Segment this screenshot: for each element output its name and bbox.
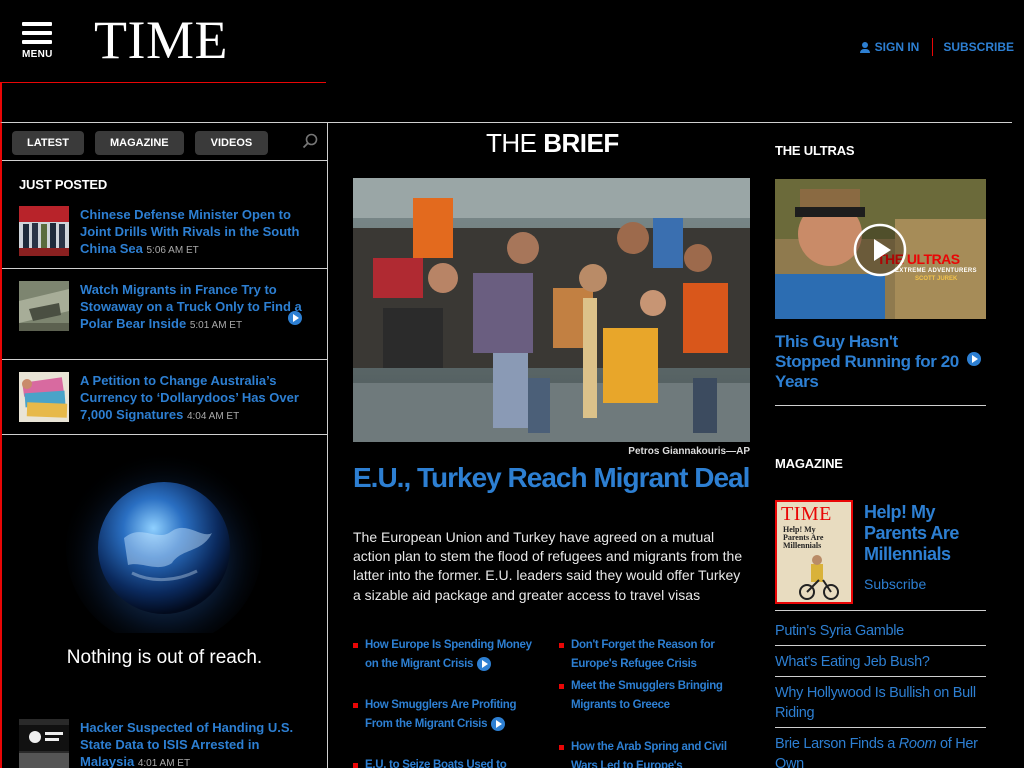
earth-image	[66, 450, 262, 633]
magazine-headline[interactable]: Help! My Parents Are Millennials	[864, 502, 988, 565]
magazine-story-link[interactable]: Brie Larson Finds a Room of Her Own	[775, 734, 986, 768]
sidebar-tabs: LATEST MAGAZINE VIDEOS	[12, 131, 279, 155]
divider	[932, 38, 934, 56]
ultras-image-name: SCOTT JUREK	[915, 276, 958, 282]
related-story-link[interactable]: Meet the Smugglers Bringing Migrants to …	[559, 677, 746, 715]
header-divider	[0, 82, 326, 83]
tab-latest[interactable]: LATEST	[12, 131, 84, 155]
magazine-cover[interactable]: TIME Help! My Parents Are Millennials	[775, 500, 853, 604]
tab-magazine[interactable]: MAGAZINE	[94, 131, 184, 155]
magazine-heading: MAGAZINE	[775, 456, 843, 471]
cover-logo: TIME	[781, 503, 832, 525]
ultras-heading: THE ULTRAS	[775, 143, 855, 158]
divider	[775, 727, 986, 728]
menu-label: MENU	[22, 49, 53, 60]
brief-heading: THE BRIEF	[486, 128, 619, 159]
search-icon[interactable]	[302, 133, 318, 149]
left-accent-line	[0, 82, 2, 122]
related-story-text: How the Arab Spring and Civil Wars Led t…	[571, 741, 727, 768]
related-story-link[interactable]: How Smugglers Are Profiting From the Mig…	[353, 696, 540, 734]
related-story-text: Meet the Smugglers Bringing Migrants to …	[571, 680, 723, 711]
hamburger-icon-bar	[22, 40, 52, 44]
post-time: 4:04 AM ET	[186, 411, 240, 422]
related-story-link[interactable]: How the Arab Spring and Civil Wars Led t…	[559, 738, 746, 768]
hero-photo[interactable]	[353, 178, 750, 442]
cover-headline: Help! My Parents Are Millennials	[783, 525, 824, 550]
just-posted-heading: JUST POSTED	[19, 177, 108, 192]
divider	[775, 645, 986, 646]
post-thumbnail	[19, 719, 69, 768]
left-sidebar: LATEST MAGAZINE VIDEOS JUST POSTED Chine…	[0, 122, 328, 768]
brief-heading-bold: BRIEF	[543, 128, 619, 158]
magazine-subscribe-link[interactable]: Subscribe	[864, 576, 926, 592]
related-story-link[interactable]: How Europe Is Spending Money on the Migr…	[353, 636, 540, 674]
divider	[2, 160, 327, 161]
sign-in-link[interactable]: SIGN IN	[875, 40, 920, 54]
ad-tagline: Nothing is out of reach.	[66, 647, 263, 668]
divider	[775, 405, 986, 406]
brief-summary: The European Union and Turkey have agree…	[353, 529, 743, 603]
related-story-link[interactable]: E.U. to Seize Boats Used to	[353, 756, 540, 768]
divider	[2, 359, 327, 360]
divider	[2, 268, 327, 269]
tab-videos[interactable]: VIDEOS	[194, 131, 269, 155]
ultras-story-link[interactable]: This Guy Hasn't Stopped Running for 20 Y…	[775, 332, 965, 392]
ultras-image-subtitle: EXTREME ADVENTURERS	[895, 268, 977, 274]
hamburger-icon	[22, 22, 52, 26]
video-play-icon	[967, 352, 981, 366]
video-play-icon	[288, 311, 302, 325]
video-play-icon	[491, 716, 506, 731]
post-time: 5:06 AM ET	[146, 245, 199, 256]
subscribe-link[interactable]: SUBSCRIBE	[943, 40, 1014, 54]
link-text: Brie Larson Finds a	[775, 736, 899, 752]
hamburger-icon-bar	[22, 31, 52, 35]
video-play-icon	[477, 656, 492, 671]
advertisement[interactable]: Nothing is out of reach.	[2, 435, 327, 715]
divider	[775, 676, 986, 677]
user-links: SIGN IN SUBSCRIBE	[859, 38, 1014, 56]
related-story-text: How Europe Is Spending Money on the Migr…	[365, 639, 532, 670]
related-story-text: E.U. to Seize Boats Used to	[365, 759, 507, 768]
brief-heading-prefix: THE	[486, 128, 544, 158]
post-thumbnail	[19, 281, 69, 331]
brief-headline[interactable]: E.U., Turkey Reach Migrant Deal	[353, 462, 750, 494]
post-time: 5:01 AM ET	[189, 320, 243, 331]
photo-credit: Petros Giannakouris—AP	[628, 446, 750, 457]
time-logo[interactable]: TIME	[94, 12, 228, 68]
divider	[775, 610, 986, 611]
magazine-story-link[interactable]: Why Hollywood Is Bullish on Bull Riding	[775, 683, 986, 723]
menu-button[interactable]: MENU	[22, 22, 56, 66]
related-story-text: Don't Forget the Reason for Europe's Ref…	[571, 639, 715, 670]
magazine-story-link[interactable]: What's Eating Jeb Bush?	[775, 652, 986, 672]
post-thumbnail	[19, 372, 69, 422]
post-time: 4:01 AM ET	[137, 758, 191, 768]
magazine-story-link[interactable]: Putin's Syria Gamble	[775, 621, 986, 641]
related-story-link[interactable]: Don't Forget the Reason for Europe's Ref…	[559, 636, 746, 674]
link-text-italic: Room	[898, 736, 937, 752]
divider	[328, 122, 1012, 123]
post-thumbnail	[19, 206, 69, 256]
cover-image	[799, 555, 839, 600]
user-icon	[859, 41, 870, 53]
ultras-video-thumbnail[interactable]: THE ULTRAS EXTREME ADVENTURERS SCOTT JUR…	[775, 179, 986, 319]
play-icon[interactable]	[853, 223, 907, 277]
